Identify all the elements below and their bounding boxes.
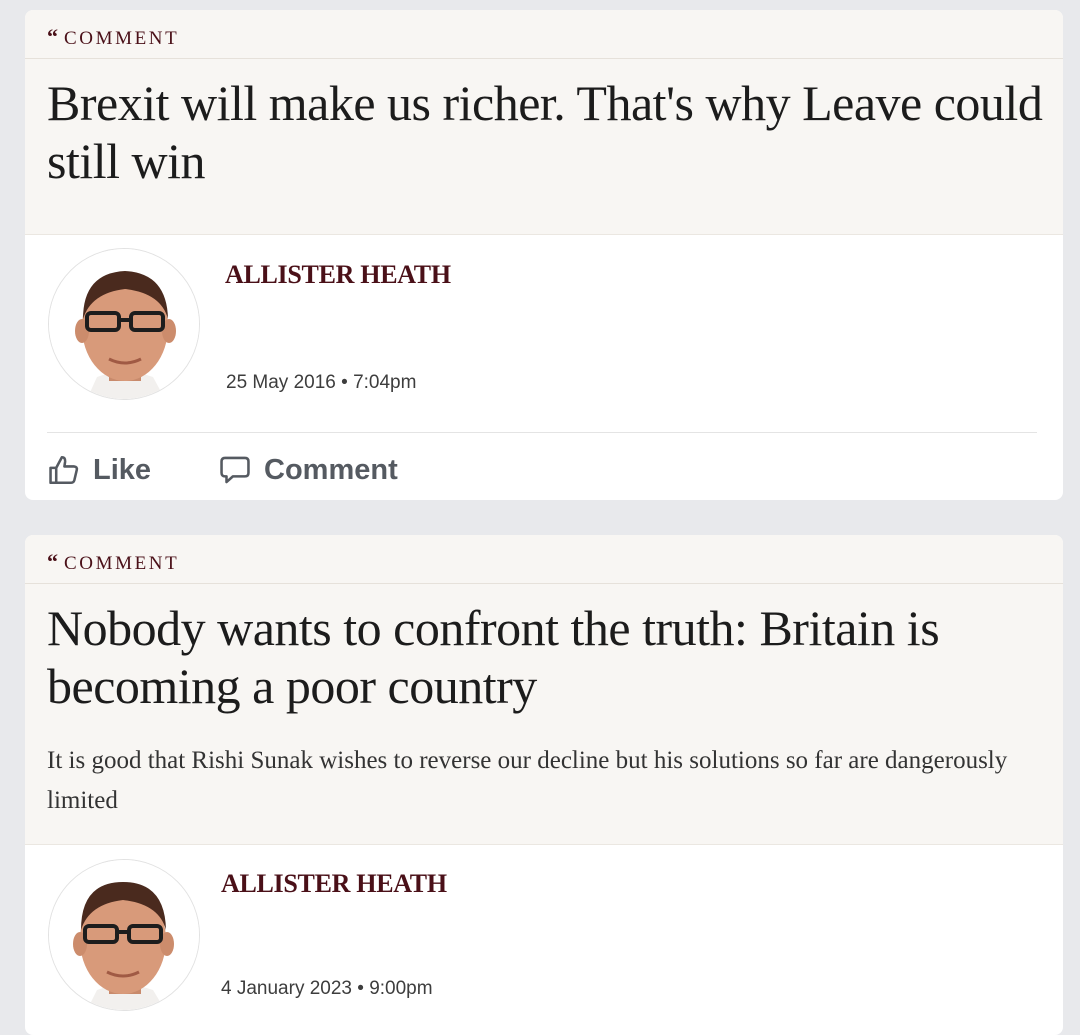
- actions-divider: [47, 432, 1037, 433]
- header-divider: [25, 844, 1063, 845]
- kicker-divider: [25, 583, 1063, 584]
- headline[interactable]: Brexit will make us richer. That's why L…: [47, 74, 1047, 190]
- article-card[interactable]: “ COMMENT Nobody wants to confront the tr…: [25, 535, 1063, 1035]
- comment-button[interactable]: Comment: [218, 450, 398, 490]
- header-divider: [25, 234, 1063, 235]
- like-label: Like: [93, 453, 152, 486]
- publish-date: 25 May 2016 • 7:04pm: [226, 372, 417, 393]
- section-kicker: “ COMMENT: [47, 549, 179, 575]
- article-card[interactable]: “ COMMENT Brexit will make us richer. Tha…: [25, 10, 1063, 500]
- author-name[interactable]: ALLISTER HEATH: [225, 260, 451, 290]
- speech-bubble-icon: [220, 456, 250, 484]
- quote-mark-icon: “: [47, 549, 58, 574]
- comment-label: Comment: [264, 453, 398, 486]
- author-name[interactable]: ALLISTER HEATH: [221, 869, 447, 899]
- quote-mark-icon: “: [47, 24, 58, 49]
- section-kicker: “ COMMENT: [47, 24, 179, 50]
- standfirst: It is good that Rishi Sunak wishes to re…: [47, 747, 1008, 814]
- kicker-divider: [25, 58, 1063, 59]
- like-button[interactable]: Like: [47, 450, 151, 490]
- author-avatar[interactable]: [48, 859, 200, 1011]
- headline[interactable]: Nobody wants to confront the truth: Brit…: [47, 599, 1047, 715]
- kicker-label: COMMENT: [64, 553, 180, 574]
- author-portrait: [49, 249, 199, 399]
- article-header: “ COMMENT Brexit will make us richer. Tha…: [25, 10, 1063, 234]
- kicker-label: COMMENT: [64, 28, 180, 49]
- author-avatar[interactable]: [48, 248, 200, 400]
- publish-date: 4 January 2023 • 9:00pm: [221, 978, 433, 999]
- thumbs-up-icon: [49, 455, 79, 485]
- article-header: “ COMMENT Nobody wants to confront the tr…: [25, 535, 1063, 844]
- author-portrait: [49, 860, 199, 1010]
